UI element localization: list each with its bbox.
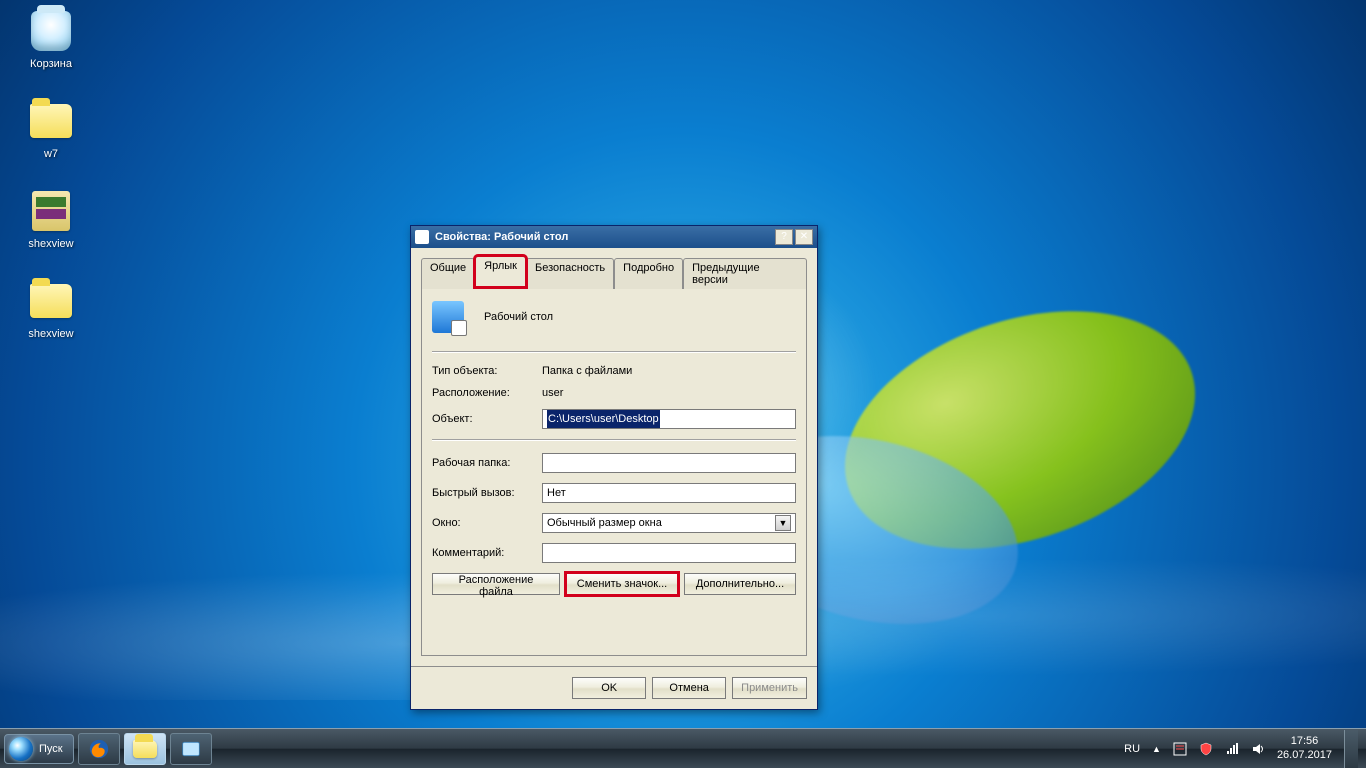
show-desktop-button[interactable] bbox=[1344, 730, 1358, 768]
clock-date: 26.07.2017 bbox=[1277, 749, 1332, 762]
label-hotkey: Быстрый вызов: bbox=[432, 487, 542, 499]
target-input[interactable]: C:\Users\user\Desktop bbox=[542, 409, 796, 429]
help-button[interactable]: ? bbox=[775, 229, 793, 245]
shortcut-icon bbox=[432, 301, 464, 333]
tab-strip: Общие Ярлык Безопасность Подробно Предыд… bbox=[421, 256, 807, 287]
dialog-titlebar[interactable]: Свойства: Рабочий стол ? ✕ bbox=[411, 226, 817, 248]
taskbar-running-app[interactable] bbox=[170, 733, 212, 765]
taskbar[interactable]: Пуск RU ▲ 17:56 26.07.2017 bbox=[0, 728, 1366, 768]
system-tray: RU ▲ 17:56 26.07.2017 bbox=[1124, 730, 1362, 768]
target-input-selection: C:\Users\user\Desktop bbox=[547, 410, 660, 428]
folder-icon bbox=[30, 284, 72, 318]
start-label: Пуск bbox=[39, 743, 63, 755]
archive-icon bbox=[32, 191, 70, 231]
volume-icon[interactable] bbox=[1251, 742, 1265, 756]
ok-button[interactable]: OK bbox=[572, 677, 646, 699]
label-comment: Комментарий: bbox=[432, 547, 542, 559]
tab-security[interactable]: Безопасность bbox=[526, 258, 614, 289]
desktop-icon-folder-w7[interactable]: w7 bbox=[14, 98, 88, 160]
advanced-button[interactable]: Дополнительно... bbox=[684, 573, 796, 595]
tab-general[interactable]: Общие bbox=[421, 258, 475, 289]
taskbar-pinned-firefox[interactable] bbox=[78, 733, 120, 765]
apply-button[interactable]: Применить bbox=[732, 677, 807, 699]
security-icon[interactable] bbox=[1199, 742, 1213, 756]
desktop-icon-shexview-folder[interactable]: shexview bbox=[14, 278, 88, 340]
chevron-down-icon[interactable]: ▼ bbox=[775, 515, 791, 531]
taskbar-clock[interactable]: 17:56 26.07.2017 bbox=[1277, 735, 1332, 761]
explorer-icon bbox=[133, 740, 157, 758]
tab-details[interactable]: Подробно bbox=[614, 258, 683, 289]
desktop[interactable]: Корзина w7 shexview shexview Свойства: Р… bbox=[0, 0, 1366, 768]
separator bbox=[432, 439, 796, 441]
label-workdir: Рабочая папка: bbox=[432, 457, 542, 469]
value-location: user bbox=[542, 387, 563, 399]
hotkey-input[interactable] bbox=[542, 483, 796, 503]
tab-previous-versions[interactable]: Предыдущие версии bbox=[683, 258, 807, 289]
open-file-location-button[interactable]: Расположение файла bbox=[432, 573, 560, 595]
label-type: Тип объекта: bbox=[432, 365, 542, 377]
workdir-input[interactable] bbox=[542, 453, 796, 473]
separator bbox=[432, 351, 796, 353]
clock-time: 17:56 bbox=[1277, 735, 1332, 748]
desktop-icon-label: shexview bbox=[14, 328, 88, 340]
firefox-icon bbox=[88, 738, 110, 760]
language-indicator[interactable]: RU bbox=[1124, 743, 1140, 755]
tab-panel: Рабочий стол Тип объекта: Папка с файлам… bbox=[421, 286, 807, 656]
desktop-icon-label: Корзина bbox=[14, 58, 88, 70]
folder-icon bbox=[30, 104, 72, 138]
change-icon-button[interactable]: Сменить значок... bbox=[566, 573, 678, 595]
windows-orb-icon bbox=[9, 737, 33, 761]
label-run: Окно: bbox=[432, 517, 542, 529]
start-button[interactable]: Пуск bbox=[4, 734, 74, 764]
desktop-icon-label: shexview bbox=[14, 238, 88, 250]
run-combobox[interactable]: Обычный размер окна ▼ bbox=[542, 513, 796, 533]
desktop-icon-recycle-bin[interactable]: Корзина bbox=[14, 8, 88, 70]
dialog-footer: OK Отмена Применить bbox=[411, 666, 817, 709]
comment-input[interactable] bbox=[542, 543, 796, 563]
desktop-icon-shexview-archive[interactable]: shexview bbox=[14, 188, 88, 250]
cancel-button[interactable]: Отмена bbox=[652, 677, 726, 699]
window-icon bbox=[181, 739, 201, 759]
tab-shortcut[interactable]: Ярлык bbox=[475, 256, 526, 287]
close-button[interactable]: ✕ bbox=[795, 229, 813, 245]
recycle-bin-icon bbox=[31, 11, 71, 51]
value-type: Папка с файлами bbox=[542, 365, 632, 377]
action-center-icon[interactable] bbox=[1173, 742, 1187, 756]
taskbar-pinned-explorer[interactable] bbox=[124, 733, 166, 765]
properties-dialog[interactable]: Свойства: Рабочий стол ? ✕ Общие Ярлык Б… bbox=[410, 225, 818, 710]
system-menu-icon[interactable] bbox=[415, 230, 429, 244]
dialog-title: Свойства: Рабочий стол bbox=[435, 231, 568, 243]
label-location: Расположение: bbox=[432, 387, 542, 399]
run-combobox-value: Обычный размер окна bbox=[547, 517, 662, 529]
tray-chevron-icon[interactable]: ▲ bbox=[1152, 744, 1161, 754]
network-icon[interactable] bbox=[1225, 742, 1239, 756]
shortcut-name: Рабочий стол bbox=[484, 311, 553, 323]
desktop-icon-label: w7 bbox=[14, 148, 88, 160]
label-target: Объект: bbox=[432, 413, 542, 425]
